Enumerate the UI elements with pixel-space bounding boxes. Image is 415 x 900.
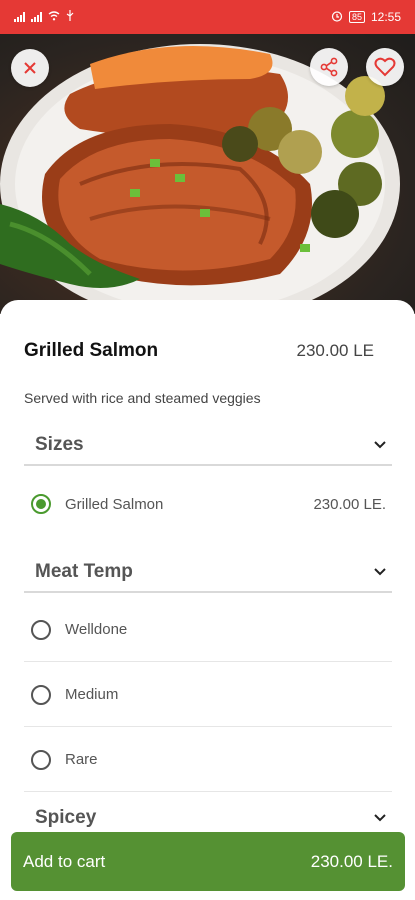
battery-icon: 85 <box>348 11 365 23</box>
item-title: Grilled Salmon <box>24 340 159 361</box>
radio-button[interactable] <box>31 684 51 705</box>
add-to-cart-label: Add to cart <box>23 851 106 871</box>
section-header-sizes[interactable]: Sizes <box>24 426 392 466</box>
option-row-welldone[interactable]: Welldone <box>24 598 392 662</box>
section-label: Spicey <box>35 807 97 828</box>
item-description: Served with rice and steamed veggies <box>24 390 261 406</box>
status-icons-right: 85 12:55 <box>331 10 401 25</box>
option-label: Rare <box>65 751 98 768</box>
status-bar: 85 12:55 <box>0 0 415 34</box>
heart-icon <box>374 57 396 77</box>
option-row-rare[interactable]: Rare <box>24 728 392 792</box>
chevron-down-icon <box>374 441 386 449</box>
section-label: Sizes <box>35 434 84 455</box>
option-row-grilled-salmon[interactable]: Grilled Salmon 230.00 LE. <box>24 472 392 536</box>
option-label: Medium <box>65 686 119 703</box>
share-icon <box>320 57 338 77</box>
chevron-down-icon <box>374 814 386 822</box>
status-time: 12:55 <box>370 10 401 24</box>
option-label: Welldone <box>65 621 128 638</box>
radio-button[interactable] <box>31 494 51 514</box>
radio-button[interactable] <box>31 619 51 640</box>
favorite-button[interactable] <box>366 48 404 86</box>
option-price: 230.00 LE. <box>313 495 386 513</box>
hero-food-image <box>0 34 415 314</box>
close-button[interactable] <box>11 49 49 87</box>
option-row-medium[interactable]: Medium <box>24 663 392 727</box>
radio-button[interactable] <box>31 749 51 770</box>
chevron-down-icon <box>374 568 386 576</box>
usb-icon <box>66 10 74 24</box>
item-price: 230.00 LE <box>296 341 374 360</box>
wifi-icon <box>48 10 60 24</box>
add-to-cart-button[interactable]: Add to cart 230.00 LE. <box>11 832 405 891</box>
signal-icon-2 <box>31 12 42 22</box>
status-icons-left <box>14 10 74 24</box>
cart-total: 230.00 LE. <box>310 851 393 871</box>
option-label: Grilled Salmon <box>65 495 164 513</box>
section-label: Meat Temp <box>35 561 133 582</box>
item-header: Grilled Salmon 230.00 LE <box>24 340 374 362</box>
share-button[interactable] <box>310 48 348 86</box>
signal-icon <box>14 12 25 22</box>
alarm-icon <box>331 10 343 25</box>
section-header-meat-temp[interactable]: Meat Temp <box>24 553 392 593</box>
close-icon <box>24 62 36 74</box>
